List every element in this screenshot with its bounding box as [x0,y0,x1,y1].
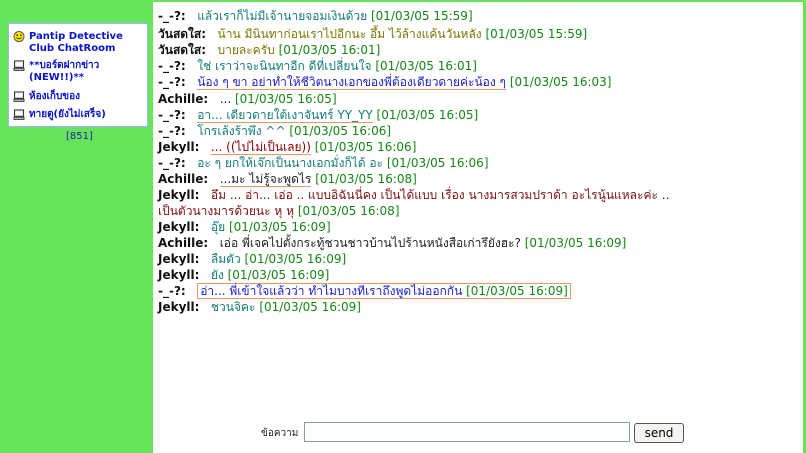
chat-text: เอ่อ พี่เจคไปตั้งกระทู้ชวนชาวบ้านไปร้านห… [219,236,521,250]
chat-message: -_-?: น้อง ๆ ขา อย่าทำให้ชีวิตนางเอกของพ… [158,74,611,90]
smiley-icon [13,31,25,42]
online-counter: [851] [66,131,93,142]
chat-message: Achille: ...มะ ไม่รู้จะพูดไร [01/03/05 1… [158,171,417,187]
chat-nick: Achille: [158,236,209,250]
chat-timestamp: [01/03/05 16:08] [315,172,417,186]
chat-text: ... ((ไปไม่เป็นเลย)) [210,140,311,155]
chat-message: -_-?: อ่า... พี่เข้าใจแล้วว่า ทำไมบางทีเ… [158,283,571,299]
sidebar-item-board[interactable]: **บอร์ดฝากข่าว (NEW!!)** [13,60,147,84]
chat-message: -_-?: ใช่ เราว่าจะนินทาอีก ดีที่เปลี่ยนใ… [158,58,477,74]
chat-text: ... [219,92,232,106]
chat-text: บายละครับ [217,43,275,57]
chat-text: ...มะ ไม่รู้จะพูดไร [219,172,312,187]
chat-nick: -_-?: [158,284,186,298]
chat-nick: วันสดใส: [158,27,207,41]
chat-nick: Achille: [158,92,209,106]
chat-timestamp: [01/03/05 16:05] [376,108,479,122]
chat-message: วันสดใส: บายละครับ [01/03/05 16:01] [158,42,380,58]
sidebar-item-label: ทายตู(ยังไม่เสร็จ) [29,109,106,120]
chat-timestamp: [01/03/05 16:08] [297,204,400,218]
chat-text: ใช่ เราว่าจะนินทาอีก ดีที่เปลี่ยนใจ [197,59,372,73]
chat-timestamp: [01/03/05 16:01] [278,43,381,57]
chat-text: โกรเล้งร้าพึง ^^ [197,124,286,138]
computer-icon [13,60,25,71]
chat-nick: -_-?: [158,9,186,23]
chat-timestamp: [01/03/05 16:05] [234,92,337,106]
sidebar-item-label: **บอร์ดฝากข่าว (NEW!!)** [29,60,100,83]
chat-message: -_-?: แล้วเราก็ไม่มีเจ้านายจอมเงินด้วย [… [158,8,473,24]
chat-message: Jekyll: ยัง [01/03/05 16:09] [158,267,329,283]
chat-timestamp: [01/03/05 16:06] [289,124,392,138]
chat-nick: Jekyll: [158,300,200,314]
computer-icon [13,109,25,120]
chat-nick: -_-?: [158,124,186,138]
chat-text: ลืมตัว [210,252,241,266]
chat-nick: Jekyll: [158,252,200,266]
chat-nick: วันสดใส: [158,43,207,57]
send-button[interactable]: send [634,423,684,443]
chat-timestamp: [01/03/05 16:03] [509,75,612,89]
chat-message: -_-?: โกรเล้งร้าพึง ^^ [01/03/05 16:06] [158,123,391,139]
chat-message: Jekyll: ชวนจิคะ [01/03/05 16:09] [158,299,361,315]
chat-timestamp: [01/03/05 15:59] [485,27,588,41]
chat-text: น้อง ๆ ขา อย่าทำให้ชีวิตนางเอกของพี่ต้อง… [197,75,506,90]
chat-message: -_-?: อะ ๆ ยกให้เจ๊กเป็นนางเอกมั่งก็ได้ … [158,155,489,171]
chat-text: ชวนจิคะ [210,300,256,314]
chat-timestamp: [01/03/05 16:09] [228,220,331,234]
message-input[interactable] [304,422,630,442]
sidebar-menu: Pantip Detective Club ChatRoom **บอร์ดฝา… [8,23,148,127]
chat-message: Achille: ... [01/03/05 16:05] [158,91,337,107]
chat-timestamp: [01/03/05 16:09] [466,284,568,298]
chat-message-continuation: เป็นตัวนางมารด้วยนะ หุ หุ [01/03/05 16:0… [158,203,400,219]
chat-text: อ่า... พี่เข้าใจแล้วว่า ทำไมบางทีเราถึงพ… [200,284,463,298]
sidebar-item-storage[interactable]: ห้องเก็บของ [13,91,147,103]
chat-text: เป็นตัวนางมารด้วยนะ หุ หุ [158,204,295,218]
chat-nick: Jekyll: [158,140,200,154]
chat-nick: -_-?: [158,75,186,89]
sidebar-item-chatroom[interactable]: Pantip Detective Club ChatRoom [13,31,147,55]
top-border [153,0,806,2]
chat-message: Jekyll: อึม ... อ่า... เอ่อ .. แบบอิฉันน… [158,187,669,203]
chat-nick: Jekyll: [158,220,200,234]
sidebar-item-label: ห้องเก็บของ [29,91,81,102]
chat-timestamp: [01/03/05 16:09] [244,252,347,266]
chat-timestamp: [01/03/05 16:06] [386,156,489,170]
chat-timestamp: [01/03/05 16:09] [227,268,330,282]
chat-text: อะ ๆ ยกให้เจ๊กเป็นนางเอกมั่งก็ได้ อะ [197,156,384,170]
chat-message: Jekyll: ... ((ไปไม่เป็นเลย)) [01/03/05 1… [158,139,416,155]
chat-timestamp: [01/03/05 15:59] [370,9,473,23]
chat-message: Jekyll: ลืมตัว [01/03/05 16:09] [158,251,346,267]
chat-text: อา... เดียวดายใต้เงาจันทร์ YY_YY [197,108,373,123]
chat-message: วันสดใส: น้าน มีนินทาก่อนเราไปอีกนะ อึ้ม… [158,26,587,42]
chat-text: ยัง [210,268,224,282]
chat-nick: -_-?: [158,156,186,170]
chat-timestamp: [01/03/05 16:06] [314,140,417,154]
chat-message: Achille: เอ่อ พี่เจคไปตั้งกระทู้ชวนชาวบ้… [158,235,626,251]
chat-nick: Jekyll: [158,268,200,282]
chat-nick: -_-?: [158,108,186,122]
sidebar-item-label: Pantip Detective Club ChatRoom [29,31,123,54]
chat-text: แล้วเราก็ไม่มีเจ้านายจอมเงินด้วย [197,9,368,23]
chat-timestamp: [01/03/05 16:09] [259,300,361,314]
chat-timestamp: [01/03/05 16:09] [524,236,627,250]
chat-timestamp: [01/03/05 16:01] [375,59,477,73]
chat-text: อึม ... อ่า... เอ่อ .. แบบอิฉันนี่คง เป็… [210,188,670,202]
chat-nick: Jekyll: [158,188,200,202]
chat-message: Jekyll: อุ๊ย [01/03/05 16:09] [158,219,331,235]
sidebar: Pantip Detective Club ChatRoom **บอร์ดฝา… [0,0,153,453]
chat-nick: Achille: [158,172,209,186]
chat-text: น้าน มีนินทาก่อนเราไปอีกนะ อึ้ม ไว้ล้างแ… [217,27,482,41]
chat-nick: -_-?: [158,59,186,73]
message-label: ข้อความ [261,428,299,439]
chat-message: -_-?: อา... เดียวดายใต้เงาจันทร์ YY_YY [… [158,107,478,123]
sidebar-item-quiz[interactable]: ทายตู(ยังไม่เสร็จ) [13,109,147,121]
chat-text: อุ๊ย [210,220,226,234]
computer-icon [13,91,25,102]
